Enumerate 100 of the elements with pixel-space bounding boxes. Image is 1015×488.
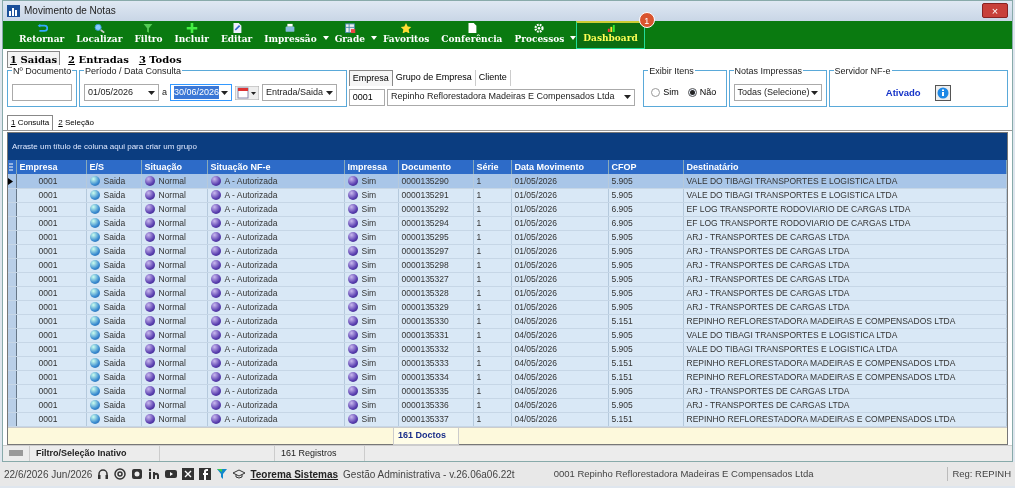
sphere-icon [144, 204, 155, 215]
camera-icon[interactable] [131, 468, 144, 480]
sphere-icon [89, 232, 100, 243]
cell-text: Normal [158, 260, 186, 271]
tab[interactable]: 2 Seleção [55, 115, 97, 131]
sphere-icon [347, 204, 358, 215]
sphere-icon [89, 288, 100, 299]
cell-text: Normal [158, 316, 186, 327]
tab[interactable]: Cliente [475, 69, 511, 87]
graduation-cap-icon[interactable] [233, 468, 246, 480]
cell-text: Sim [361, 274, 377, 285]
column-header[interactable]: CFOP [608, 160, 683, 175]
cell-text: A - Autorizada [224, 260, 278, 271]
company-dropdown[interactable]: Repinho Reflorestadora Madeiras E Compensados Ltda [386, 88, 635, 106]
date-field[interactable]: 01/05/2026 [84, 84, 159, 102]
facebook-icon[interactable] [199, 468, 212, 480]
cell-text: Normal [158, 344, 186, 355]
toolbar-button[interactable]: Dashboard [576, 20, 645, 49]
funnel-icon[interactable] [216, 468, 229, 480]
sphere-icon [89, 386, 100, 397]
caret-icon[interactable] [322, 35, 329, 40]
linkedin-icon[interactable] [148, 468, 161, 480]
sphere-icon [347, 260, 358, 271]
calendar-icon[interactable] [235, 85, 259, 100]
sphere-icon [89, 414, 100, 425]
company-code-field[interactable]: 0001 [348, 88, 385, 106]
at-sign-icon[interactable] [114, 468, 127, 480]
sphere-icon [210, 330, 221, 341]
radio-option[interactable]: Sim [648, 85, 682, 100]
caret-icon[interactable] [370, 35, 377, 40]
toolbar-button[interactable]: Conferência [435, 20, 509, 49]
toolbar-button[interactable]: Impressão [258, 20, 323, 49]
sphere-icon [210, 176, 221, 187]
cell-text: Saida [103, 288, 126, 299]
tab[interactable]: 1 Consulta [7, 115, 54, 131]
radio-icon[interactable] [651, 88, 661, 98]
column-header[interactable]: E/S [86, 160, 141, 175]
sphere-icon [144, 358, 155, 369]
company-label: 0001 Repinho Reflorestadora Madeiras E Compensados Ltda [553, 466, 814, 481]
sphere-icon [144, 372, 155, 383]
cell-text: Normal [158, 358, 186, 369]
table-cell: 0001 [16, 174, 86, 189]
column-header[interactable]: Situação NF-e [207, 160, 344, 175]
headset-icon[interactable] [97, 468, 110, 480]
cell-text: A - Autorizada [224, 218, 278, 229]
column-header[interactable]: Documento [398, 160, 473, 175]
x-icon[interactable] [182, 468, 195, 480]
printed-notes-dropdown[interactable]: Todas (Selecione) [733, 84, 822, 102]
info-icon[interactable] [934, 84, 951, 101]
cell-text: A - Autorizada [224, 330, 278, 341]
column-header[interactable]: Data Movimento [511, 160, 608, 175]
column-header[interactable]: Situação [141, 160, 207, 175]
column-chooser-icon[interactable] [8, 163, 14, 172]
play-icon[interactable] [165, 468, 178, 480]
caret-icon [810, 90, 818, 95]
record-count: 161 Registros [275, 445, 365, 461]
cell-text: Sim [361, 400, 377, 411]
star-icon [400, 22, 413, 34]
total-count: 161 Doctos [393, 427, 459, 445]
close-button[interactable]: × [982, 3, 1008, 19]
sphere-icon [144, 414, 155, 425]
tab[interactable]: Empresa [348, 69, 393, 87]
document-field[interactable] [12, 84, 72, 102]
sphere-icon [347, 288, 358, 299]
printer-icon [284, 22, 297, 34]
cell-text: A - Autorizada [224, 288, 278, 299]
type-dropdown[interactable]: Entrada/Saida [262, 84, 337, 102]
cell-text: Sim [361, 288, 377, 299]
company-link[interactable]: Teorema Sistemas [250, 466, 339, 482]
date-field[interactable]: 30/06/2026 [170, 84, 232, 102]
toolbar-button[interactable]: Editar [214, 20, 259, 49]
toolbar-button[interactable]: Localizar [70, 20, 129, 49]
cell-text: Normal [158, 218, 186, 229]
toolbar-button[interactable]: Processos [508, 20, 571, 49]
sphere-icon [347, 400, 358, 411]
cell-text: A - Autorizada [224, 344, 278, 355]
cell-text: Normal [158, 274, 186, 285]
toolbar-button[interactable]: Retornar [13, 20, 71, 49]
toolbar-button[interactable]: Favoritos [376, 20, 436, 49]
sphere-icon [89, 274, 100, 285]
column-header[interactable]: Empresa [16, 160, 86, 175]
toolbar-button[interactable]: Filtro [128, 20, 169, 49]
table-cell: 01/05/2026 [511, 174, 608, 189]
column-header[interactable]: Destinatário [683, 160, 1007, 175]
sphere-icon [210, 386, 221, 397]
cell-text: Sim [361, 176, 377, 187]
column-header[interactable]: Impressa [344, 160, 398, 175]
tab[interactable]: Grupo de Empresa [392, 69, 476, 87]
toolbar-button[interactable]: Grade [328, 20, 371, 49]
sphere-icon [210, 358, 221, 369]
cell-text: Saida [103, 176, 126, 187]
sphere-icon [210, 246, 221, 257]
sphere-icon [89, 344, 100, 355]
radio-option[interactable]: Não [684, 85, 720, 100]
server-status: Ativado [885, 85, 921, 100]
caret-icon[interactable] [570, 35, 577, 40]
radio-icon[interactable] [687, 88, 697, 98]
toolbar-button[interactable]: Incluir [168, 20, 215, 49]
sphere-icon [89, 218, 100, 229]
column-header[interactable]: Série [473, 160, 511, 175]
